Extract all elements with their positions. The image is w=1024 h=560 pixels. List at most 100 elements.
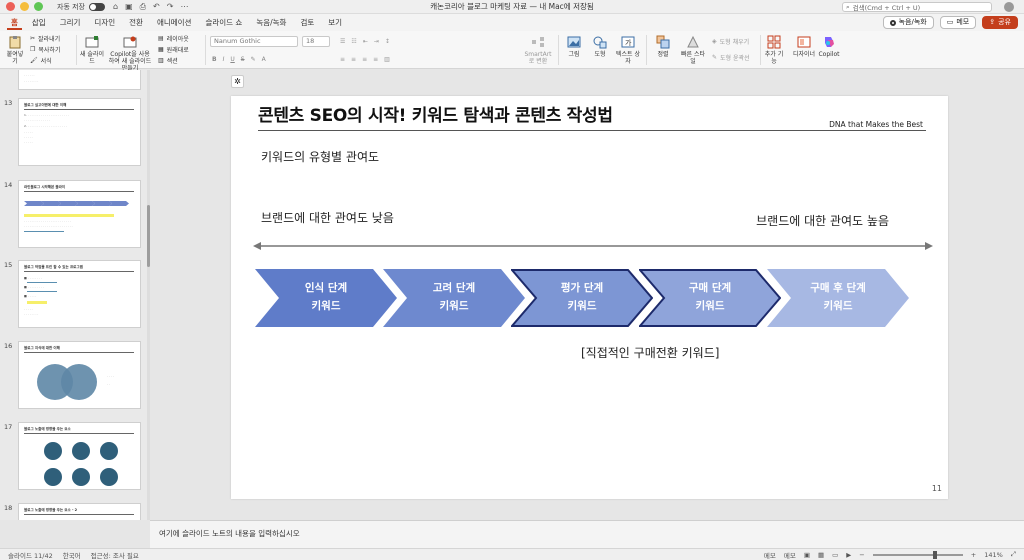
slide-thumbnail[interactable]: 블로그 실고이벤에 대한 이해 1. · · · · · · · · · · ·… [18,98,141,166]
tab-transitions[interactable]: 전환 [122,14,150,31]
slide-thumbnail[interactable]: 블로그 노출에 영향을 주는 요소 - 2 [18,503,141,520]
font-color-icon[interactable]: A [262,56,266,63]
double-arrow[interactable] [253,242,933,250]
format-painter-button[interactable]: 🖌 서식 [30,56,52,65]
zoom-in-icon[interactable]: + [971,551,976,559]
more-icon[interactable]: ⋯ [180,2,188,12]
minimize-window-button[interactable] [20,2,29,11]
zoom-slider-knob[interactable] [932,550,937,559]
section-button[interactable]: ▥ 섹션 [158,56,178,65]
slide-thumbnail[interactable]: 라인블로그 시작해본 블라이 · · · · · · · · · · · · ·… [18,180,141,248]
save-icon[interactable]: ▣ [125,2,133,12]
slide-title[interactable]: 콘텐츠 SEO의 시작! 키워드 탐색과 콘텐츠 작성법 [258,101,613,126]
line-spacing-icon[interactable]: ↕ [385,38,390,45]
bold-icon[interactable]: B [212,56,217,63]
shape-outline-button[interactable]: ✎ 도형 윤곽선 [712,53,750,62]
language-indicator[interactable]: 한국어 [63,550,81,560]
quick-styles-button[interactable]: 빠른 스타일 [680,35,706,65]
tab-insert[interactable]: 삽입 [25,14,53,31]
highlight-icon[interactable]: ✎ [251,56,256,63]
slide-thumbnail[interactable]: 블로그 지식에 대한 이해 · · · · · · [18,341,141,409]
paste-button[interactable]: 붙여넣기 [4,35,26,65]
stage-awareness-chevron[interactable]: 인식 단계 키워드 [255,269,397,327]
addins-button[interactable]: 추가 기능 [764,35,784,65]
stage-purchase-chevron[interactable]: 구매 단계 키워드 [639,269,781,327]
slide-sorter-icon[interactable]: ▦ [818,551,824,559]
fullscreen-window-button[interactable] [34,2,43,11]
cut-button[interactable]: ✂ 잘라내기 [30,34,60,43]
new-slide-button[interactable]: 새 슬라이드 [80,35,104,65]
layout-button[interactable]: ▤ 레이아웃 [158,34,189,43]
picture-button[interactable]: 그림 [564,35,584,58]
accessibility-status[interactable]: 접근성: 조사 필요 [91,550,139,560]
memo-button[interactable]: ▭ 메모 [939,16,977,29]
search-input[interactable]: ⌕ 검색(Cmd + Ctrl + U) [842,2,992,12]
slide-thumbnail[interactable]: · · · · · · · · · · · · · · [18,70,141,90]
reading-view-icon[interactable]: ▭ [832,551,838,559]
low-involvement-label[interactable]: 브랜드에 대한 관여도 낮음 [261,209,394,226]
zoom-slider[interactable] [872,550,963,559]
conversion-keyword-note[interactable]: [직접적인 구매전환 키워드] [581,344,719,361]
tab-slideshow[interactable]: 슬라이드 쇼 [198,14,249,31]
reset-button[interactable]: ▦ 원래대로 [158,45,189,54]
align-center-icon[interactable]: ≡ [351,56,356,63]
design-ideas-button[interactable]: ✲ [231,75,244,88]
designer-button[interactable]: 디자이너 [792,35,816,58]
smartart-button[interactable]: SmartArt로 변환 [524,35,552,65]
tab-draw[interactable]: 그리기 [53,14,88,31]
tab-animations[interactable]: 애니메이션 [150,14,199,31]
comments-toggle[interactable]: 메모 [784,550,796,560]
textbox-button[interactable]: 가 텍스트 상자 [616,35,640,65]
align-left-icon[interactable]: ≡ [340,56,345,63]
tab-view[interactable]: 보기 [321,14,349,31]
current-slide[interactable]: 콘텐츠 SEO의 시작! 키워드 탐색과 콘텐츠 작성법 DNA that Ma… [231,96,948,499]
slide-thumbnail[interactable]: 블로그 작업물 프린 할 수 있는 프로그램 ■ · · · · · · · ·… [18,260,141,328]
copy-button[interactable]: ❐ 복사하기 [30,45,60,54]
bullets-icon[interactable]: ☰ [340,38,345,45]
zoom-level[interactable]: 141% [984,551,1003,559]
tab-home[interactable]: 홈 [4,14,25,31]
stage-evaluation-chevron[interactable]: 평가 단계 키워드 [511,269,653,327]
font-name-select[interactable]: Nanum Gothic [210,36,298,47]
notes-toggle[interactable]: 메모 [764,550,776,560]
copilot-new-slide-button[interactable]: Copilot을 사용하여 새 슬라이드 만들기 [108,35,152,72]
cut-label: 잘라내기 [38,36,61,43]
slide-subtitle[interactable]: 키워드의 유형별 관여도 [261,148,379,165]
undo-icon[interactable]: ↶ [153,2,160,12]
italic-icon[interactable]: I [223,56,225,63]
tab-record[interactable]: 녹음/녹화 [249,14,293,31]
profile-icon[interactable] [1004,2,1014,12]
shape-fill-button[interactable]: ◈ 도형 채우기 [712,37,749,46]
record-button[interactable]: 녹음/녹화 [882,16,934,29]
underline-icon[interactable]: U [230,56,234,63]
close-window-button[interactable] [6,2,15,11]
redo-icon[interactable]: ↷ [167,2,174,12]
copilot-button[interactable]: Copilot [818,35,840,58]
autosave-control[interactable]: 자동 저장 [57,2,105,12]
strikethrough-icon[interactable]: S [241,56,245,63]
indent-increase-icon[interactable]: ⇥ [374,38,379,45]
align-right-icon[interactable]: ≡ [362,56,367,63]
print-icon[interactable]: ⎙ [140,2,146,12]
indent-decrease-icon[interactable]: ⇤ [363,38,368,45]
fit-to-window-icon[interactable]: ⤢ [1011,550,1016,559]
home-icon[interactable]: ⌂ [113,2,118,12]
high-involvement-label[interactable]: 브랜드에 대한 관여도 높음 [756,212,889,229]
shapes-button[interactable]: 도형 [590,35,610,58]
normal-view-icon[interactable]: ▣ [804,551,810,559]
justify-icon[interactable]: ≡ [373,56,378,63]
stage-post-purchase-chevron[interactable]: 구매 후 단계 키워드 [767,269,909,327]
tab-review[interactable]: 검토 [293,14,321,31]
autosave-toggle[interactable] [89,2,105,11]
share-button[interactable]: ⇪ 공유 [982,16,1018,29]
arrange-button[interactable]: 정렬 [652,35,674,58]
slideshow-icon[interactable]: ▶ [846,551,851,559]
zoom-out-icon[interactable]: − [859,551,864,559]
stage-consideration-chevron[interactable]: 고려 단계 키워드 [383,269,525,327]
font-size-select[interactable]: 18 [302,36,330,47]
numbering-icon[interactable]: ☷ [351,38,356,45]
speaker-notes-field[interactable]: 여기에 슬라이드 노트의 내용을 입력하십시오 [150,520,1024,548]
columns-icon[interactable]: ▥ [384,56,390,63]
slide-thumbnail[interactable]: 블로그 노출에 영향을 주는 요소 [18,422,141,490]
tab-design[interactable]: 디자인 [87,14,122,31]
